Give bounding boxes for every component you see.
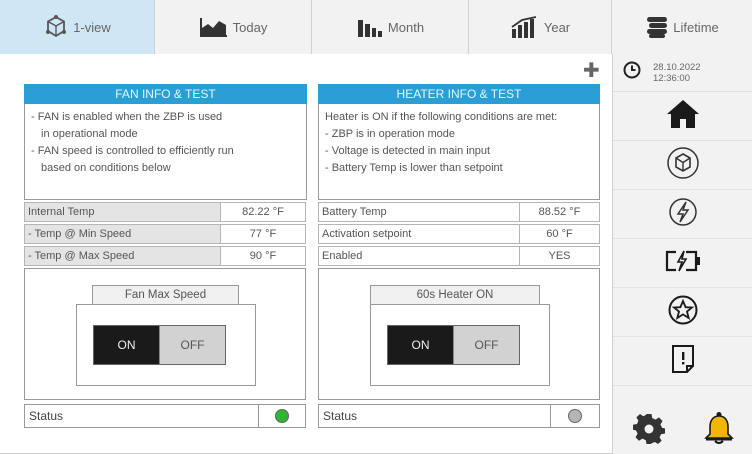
heater-status-indicator-box [550,404,600,428]
heater-off-button[interactable]: OFF [453,326,519,364]
row-label: Enabled [318,246,520,266]
add-icon[interactable]: ✚ [583,61,600,81]
home-icon [665,98,701,135]
sidebar-item-energy[interactable] [613,190,752,239]
heater-status-led [568,409,582,423]
tab-year[interactable]: Year [469,0,612,54]
fan-status-indicator-box [258,404,306,428]
document-alert-icon [670,344,696,379]
heater-desc-line: Heater is ON if the following conditions… [325,111,558,123]
sidebar-item-home[interactable] [613,92,752,141]
clock: 28.10.2022 12:36:00 [613,54,752,92]
cube-network-icon [666,146,700,185]
fan-max-speed-toggle[interactable]: ON OFF [93,325,226,365]
row-value: YES [519,246,600,266]
fan-description: - FAN is enabled when the ZBP is used in… [24,104,307,200]
fan-panel-title: FAN INFO & TEST [24,84,307,104]
fan-desc-line: based on conditions below [41,162,171,174]
row-label: Internal Temp [24,202,221,222]
fan-control-title: Fan Max Speed [92,285,239,305]
row-value: 90 °F [220,246,306,266]
heater-status-label: Status [318,404,551,428]
top-tab-bar: 1-view Today Month Year Lifetime [0,0,752,54]
fan-desc-line: - FAN speed is controlled to efficiently… [31,145,234,157]
heater-panel: HEATER INFO & TEST Heater is ON if the f… [318,84,600,200]
heater-desc-line: - Battery Temp is lower than setpoint [325,162,503,174]
row-value: 60 °F [519,224,600,244]
trend-chart-icon [510,15,540,39]
tab-label: Month [387,19,425,35]
main-content: ✚ FAN INFO & TEST - FAN is enabled when … [0,54,612,454]
battery-charge-icon [664,249,702,278]
row-value: 88.52 °F [519,202,600,222]
row-label: - Temp @ Max Speed [24,246,221,266]
area-chart-icon [199,16,229,38]
row-value: 82.22 °F [220,202,306,222]
heater-on-button[interactable]: ON [388,326,453,364]
sidebar: 28.10.2022 12:36:00 [612,54,752,454]
lightning-icon [668,197,698,232]
tab-month[interactable]: Month [312,0,469,54]
tab-label: 1-view [73,19,111,35]
gear-icon[interactable] [632,412,665,449]
fan-desc-line: in operational mode [41,128,138,140]
sidebar-item-favorites[interactable] [613,288,752,337]
fan-panel: FAN INFO & TEST - FAN is enabled when th… [24,84,307,200]
heater-on-toggle[interactable]: ON OFF [387,325,520,365]
tab-label: Lifetime [673,19,719,35]
tab-lifetime[interactable]: Lifetime [612,0,752,54]
fan-off-button[interactable]: OFF [159,326,225,364]
sidebar-bottom-bar [613,406,752,454]
fan-on-button[interactable]: ON [94,326,159,364]
clock-date: 28.10.2022 [653,61,701,73]
heater-desc-line: - Voltage is detected in main input [325,145,491,157]
sidebar-item-system[interactable] [613,141,752,190]
star-icon [668,295,698,330]
tab-today[interactable]: Today [155,0,312,54]
fan-status-led [275,409,289,423]
fan-status-label: Status [24,404,259,428]
sidebar-item-battery[interactable] [613,239,752,288]
cube-network-icon [43,14,69,40]
tab-label: Today [232,19,268,35]
fan-control-box: Fan Max Speed ON OFF [24,268,306,400]
heater-panel-title: HEATER INFO & TEST [318,84,600,104]
heater-desc-line: - ZBP is in operation mode [325,128,456,140]
tab-label: Year [543,19,571,35]
fan-toggle-frame: ON OFF [76,304,256,386]
heater-description: Heater is ON if the following conditions… [318,104,600,200]
clock-time: 12:36:00 [653,72,690,84]
fan-desc-line: - FAN is enabled when the ZBP is used [31,111,223,123]
heater-toggle-frame: ON OFF [370,304,550,386]
clock-icon [623,61,641,84]
heater-control-box: 60s Heater ON ON OFF [318,268,600,400]
sidebar-item-alerts-log[interactable] [613,337,752,386]
bar-chart-icon [356,16,384,38]
row-value: 77 °F [220,224,306,244]
row-label: - Temp @ Min Speed [24,224,221,244]
coin-stack-icon [645,15,669,39]
row-label: Battery Temp [318,202,520,222]
heater-control-title: 60s Heater ON [370,285,540,305]
row-label: Activation setpoint [318,224,520,244]
bell-icon[interactable] [703,411,734,450]
tab-1-view[interactable]: 1-view [0,0,155,54]
